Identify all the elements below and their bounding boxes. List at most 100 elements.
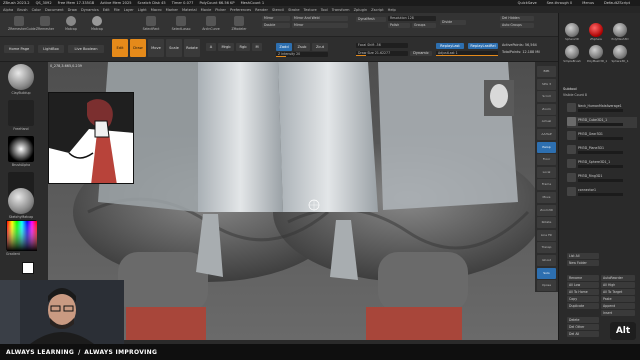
auto-reorder-button[interactable]: AutoReorder (601, 275, 635, 281)
adjust-last-slider[interactable]: AdjustLast 1 (436, 51, 498, 56)
menu-file[interactable]: File (114, 8, 120, 12)
nav-actual-button[interactable]: Actual (537, 116, 556, 128)
z-intensity-slider[interactable]: Z Intensity 20 (276, 52, 328, 57)
menu-draw[interactable]: Draw (68, 8, 77, 12)
dynamesh-button[interactable]: DynaMesh (356, 17, 386, 22)
menu-marker[interactable]: Marker (166, 8, 178, 12)
quicksave-button[interactable]: QuickSave (518, 1, 537, 5)
nav-local-button[interactable]: Local (537, 166, 556, 178)
list-all-button[interactable]: List All (567, 253, 599, 259)
tool-polymesh3d[interactable]: PolyMesh3D (611, 23, 629, 41)
menu-tool[interactable]: Tool (321, 8, 328, 12)
tool-polymesh3d-1[interactable]: PolyMesh3D_1 (587, 45, 607, 63)
m-button[interactable]: M (252, 43, 262, 51)
menu-document[interactable]: Document (45, 8, 64, 12)
subtool-item[interactable]: PM3D_Gear3D1 (567, 131, 637, 142)
menu-zscript[interactable]: Zscript (371, 8, 383, 12)
nav-rotate-button[interactable]: Rotate (537, 217, 556, 229)
all-low-button[interactable]: All Low (567, 282, 599, 288)
subtool-item[interactable]: Neck_HumanMaleAverage1 (567, 103, 637, 114)
nav-frame-button[interactable]: Frame (537, 179, 556, 191)
nav-line-fill-button[interactable]: Line Fill (537, 229, 556, 241)
select-lasso-button[interactable]: SelectLasso (170, 15, 192, 35)
nav-xpose-button[interactable]: Xpose (537, 280, 556, 292)
append-button[interactable]: Append (601, 303, 635, 309)
nav-zoom-button[interactable]: Zoom (537, 103, 556, 115)
replay-last-rel-button[interactable]: ReplayLastRel (468, 43, 498, 49)
subtool-item[interactable]: PM3D_Sphere3D1_1 (567, 159, 637, 170)
zmodeler-button[interactable]: ZModeler (228, 15, 250, 35)
double-button[interactable]: Double (262, 23, 290, 28)
home-page-button[interactable]: Home Page (4, 45, 34, 53)
rename-button[interactable]: Rename (567, 275, 599, 281)
all-high-button[interactable]: All High (601, 282, 635, 288)
select-rect-button[interactable]: SelectRect (140, 15, 162, 35)
dynamic-button[interactable]: Dynamic (410, 51, 432, 56)
nav-solo-button[interactable]: Solo (537, 267, 556, 279)
rotate-mode-button[interactable]: Rotate (184, 39, 200, 57)
menu-preferences[interactable]: Preferences (230, 8, 251, 12)
menu-light[interactable]: Light (138, 8, 147, 12)
draw-size-slider[interactable]: Draw Size 21.62277 (356, 51, 408, 56)
menu-edit[interactable]: Edit (103, 8, 110, 12)
alpha-selector[interactable]: BrushAlpha (4, 136, 38, 167)
menu-dynamics[interactable]: Dynamics (81, 8, 99, 12)
menu-stencil[interactable]: Stencil (272, 8, 284, 12)
delete-button[interactable]: Delete (567, 317, 599, 323)
nav-scroll-button[interactable]: Scroll (537, 91, 556, 103)
subtool-header[interactable]: Subtool (563, 87, 577, 91)
menu-movie[interactable]: Movie (201, 8, 212, 12)
subtool-item[interactable]: PM3D_Plane3D1 (567, 145, 637, 156)
duplicate-button[interactable]: Duplicate (567, 303, 599, 309)
see-through-slider[interactable]: See-through 0 (547, 1, 573, 5)
subtool-item[interactable]: PM3D_Ring3D1 (567, 173, 637, 184)
reference-image[interactable] (48, 92, 134, 184)
paste-button[interactable]: Paste (601, 296, 635, 302)
matcap-button-2[interactable]: Matcap (86, 15, 108, 35)
replay-last-button[interactable]: ReplayLast (436, 43, 464, 49)
menu-transform[interactable]: Transform (332, 8, 350, 12)
menu-stroke[interactable]: Stroke (288, 8, 299, 12)
nav-move-button[interactable]: Move (537, 192, 556, 203)
mrgb-button[interactable]: Mrgb (218, 43, 234, 51)
menu-texture[interactable]: Texture (304, 8, 317, 12)
del-all-button[interactable]: Del All (567, 331, 599, 337)
nav-bpr-button[interactable]: BPR (537, 66, 556, 77)
zadd-button[interactable]: Zadd (276, 43, 292, 51)
main-color-swatch[interactable] (22, 262, 34, 274)
stroke-selector[interactable]: FreeHand (4, 100, 38, 131)
polish-button[interactable]: Polish (388, 23, 410, 28)
subtool-item[interactable]: PM3D_Cube3D1_1 (567, 117, 637, 128)
menu-macro[interactable]: Macro (151, 8, 162, 12)
matcap-button[interactable]: Matcap (60, 15, 82, 35)
insert-button[interactable]: Insert (601, 310, 635, 316)
copy-button[interactable]: Copy (567, 296, 599, 302)
menu-brush[interactable]: Brush (17, 8, 27, 12)
focal-shift-slider[interactable]: Focal Shift -56 (356, 43, 408, 48)
arc-curve-button[interactable]: ArcInCurve (200, 15, 222, 35)
move-mode-button[interactable]: Move (148, 39, 164, 57)
del-other-button[interactable]: Del Other (567, 324, 599, 330)
zremesher-guide-button[interactable]: ZRemesherGuide (8, 15, 36, 35)
brush-selector[interactable]: ClayBuildup (4, 64, 38, 95)
new-folder-button[interactable]: New Folder (567, 260, 599, 266)
zsub-button[interactable]: Zsub (294, 43, 310, 51)
nav-persp-button[interactable]: Persp (537, 141, 556, 153)
zremesher-button[interactable]: ZRemesher (34, 15, 56, 35)
menu-layer[interactable]: Layer (124, 8, 134, 12)
subtool-item[interactable]: connector1 (567, 187, 637, 198)
color-picker[interactable] (6, 220, 37, 251)
default-zscript-button[interactable]: DefaultZScript (604, 1, 630, 5)
lightbox-button[interactable]: LightBox (38, 45, 64, 53)
mirror-weld-button[interactable]: Mirror And Weld (292, 16, 348, 21)
menu-color[interactable]: Color (32, 8, 41, 12)
scale-mode-button[interactable]: Scale (166, 39, 182, 57)
edit-mode-button[interactable]: Edit (112, 39, 128, 57)
mirror-button-2[interactable]: Mirror (292, 23, 348, 28)
nav-spix-3-button[interactable]: SPix 3 (537, 78, 556, 90)
menu-picker[interactable]: Picker (215, 8, 226, 12)
nav-zoom3d-button[interactable]: Zoom3D (537, 204, 556, 216)
nav-floor-button[interactable]: Floor (537, 154, 556, 166)
auto-groups-button[interactable]: Auto Groups (500, 23, 534, 28)
material-selector[interactable]: SketchyMatcap (4, 188, 38, 219)
